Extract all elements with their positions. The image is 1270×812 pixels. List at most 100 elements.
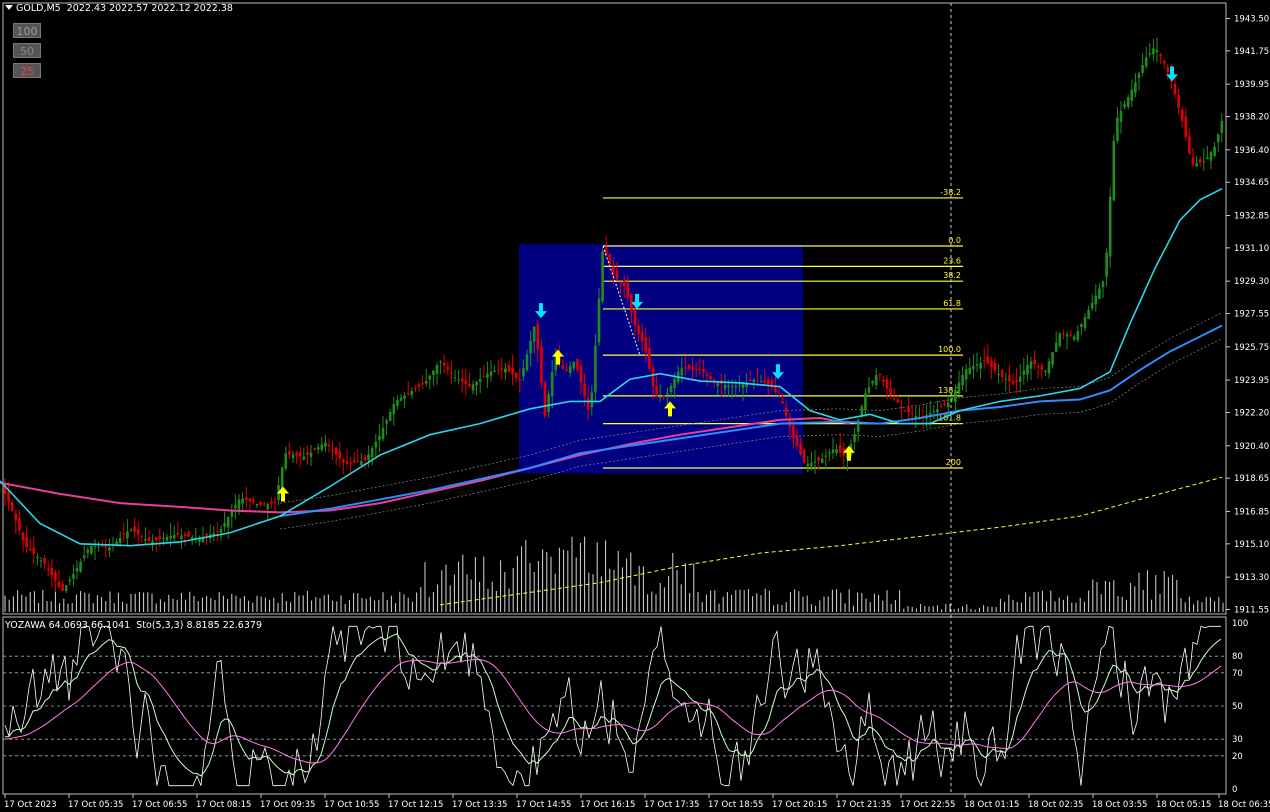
- candle-body: [511, 367, 514, 375]
- candle-body: [594, 345, 597, 393]
- oscillator-axis-label: 100: [1232, 619, 1248, 629]
- candle-body: [1062, 333, 1065, 335]
- zoom-50-button[interactable]: 50: [13, 43, 41, 58]
- candle-body: [316, 447, 320, 450]
- candle-body: [36, 557, 39, 559]
- candle-body: [831, 449, 835, 454]
- candle-body: [763, 380, 766, 383]
- symbol-header: GOLD,M5 2022.43 2022.57 2022.12 2022.38: [5, 3, 233, 14]
- candle-body: [1033, 359, 1036, 365]
- candle-body: [626, 282, 630, 298]
- candle-body: [180, 535, 183, 540]
- candle-body: [817, 457, 820, 461]
- candle-body: [979, 362, 982, 369]
- candle-body: [673, 378, 676, 389]
- price-axis-label: 1936.40: [1234, 146, 1269, 156]
- time-axis-label: 17 Oct 22:55: [900, 800, 955, 810]
- price-axis-label: 1916.85: [1234, 507, 1269, 517]
- candle-body: [806, 463, 810, 467]
- candle-body: [1105, 252, 1108, 277]
- zoom-100-button[interactable]: 100: [13, 23, 41, 38]
- candle-body: [86, 549, 90, 553]
- candle-body: [259, 501, 262, 505]
- candle-body: [615, 270, 619, 280]
- chart-canvas[interactable]: -38.20.023.638.261.8100.0138.2161.820019…: [0, 0, 1270, 812]
- time-axis-label: 18 Oct 05:15: [1156, 800, 1211, 810]
- candle-body: [327, 444, 331, 447]
- candle-body: [1094, 295, 1098, 305]
- candle-body: [1173, 83, 1177, 95]
- candle-body: [622, 280, 626, 286]
- price-axis-label: 1934.65: [1234, 178, 1269, 188]
- candle-body: [1195, 163, 1198, 167]
- ohlc-readout: 2022.43 2022.57 2022.12 2022.38: [66, 3, 233, 14]
- candle-body: [1083, 316, 1087, 328]
- candle-body: [525, 354, 529, 371]
- candle-body: [903, 410, 907, 412]
- price-axis-label: 1929.30: [1234, 277, 1269, 287]
- candle-body: [154, 537, 158, 541]
- zoom-25-button[interactable]: 25: [13, 63, 41, 78]
- candle-body: [424, 381, 428, 384]
- candle-body: [414, 387, 417, 389]
- time-axis-label: 17 Oct 18:55: [708, 800, 763, 810]
- candle-body: [122, 533, 126, 535]
- candle-body: [576, 358, 579, 370]
- candle-body: [1202, 161, 1206, 163]
- candle-body: [684, 367, 687, 369]
- candle-body: [1152, 48, 1155, 55]
- candle-body: [162, 538, 165, 540]
- candle-body: [838, 445, 842, 453]
- collapse-triangle-icon[interactable]: [5, 5, 13, 10]
- candle-body: [331, 450, 334, 452]
- candle-body: [140, 535, 144, 537]
- candle-body: [586, 398, 590, 410]
- oscillator-axis-label: 0: [1232, 785, 1237, 795]
- candle-body: [21, 532, 25, 541]
- candle-body: [1162, 60, 1166, 64]
- candle-body: [216, 531, 219, 533]
- candle-body: [100, 545, 104, 547]
- candle-body: [144, 539, 147, 541]
- candle-body: [1072, 336, 1076, 340]
- oscillator-axis-label: 20: [1232, 752, 1243, 762]
- candle-body: [349, 462, 352, 464]
- candle-body: [658, 396, 662, 398]
- candle-body: [126, 531, 129, 539]
- candle-body: [118, 538, 122, 544]
- candle-body: [738, 384, 741, 386]
- candle-body: [1209, 152, 1213, 161]
- candle-body: [939, 406, 943, 408]
- candle-body: [18, 518, 21, 531]
- candle-body: [28, 549, 32, 551]
- time-axis-label: 17 Oct 13:35: [452, 800, 507, 810]
- candle-body: [543, 382, 547, 417]
- price-axis-label: 1922.20: [1234, 409, 1269, 419]
- candle-body: [781, 401, 784, 404]
- candle-body: [1004, 379, 1008, 381]
- candle-body: [756, 379, 759, 381]
- candle-body: [561, 365, 565, 369]
- oscillator-axis-label: 50: [1232, 702, 1243, 712]
- candle-body: [169, 535, 172, 539]
- candle-body: [691, 367, 694, 370]
- candle-body: [993, 362, 997, 371]
- candle-body: [388, 412, 392, 422]
- candle-body: [187, 532, 190, 537]
- candle-body: [108, 547, 111, 551]
- fibonacci-level-label: 138.2: [938, 386, 961, 395]
- candle-body: [504, 368, 507, 373]
- candle-body: [968, 367, 972, 374]
- candle-body: [1108, 196, 1112, 257]
- candle-body: [237, 499, 241, 510]
- candle-body: [403, 395, 406, 399]
- candle-body: [500, 368, 504, 370]
- candle-body: [453, 377, 457, 379]
- candle-body: [547, 394, 550, 412]
- candle-body: [75, 568, 79, 572]
- candle-body: [97, 546, 100, 548]
- candle-body: [1040, 365, 1044, 370]
- candle-body: [14, 513, 18, 521]
- candle-body: [1065, 334, 1069, 337]
- price-axis-label: 1923.95: [1234, 376, 1269, 386]
